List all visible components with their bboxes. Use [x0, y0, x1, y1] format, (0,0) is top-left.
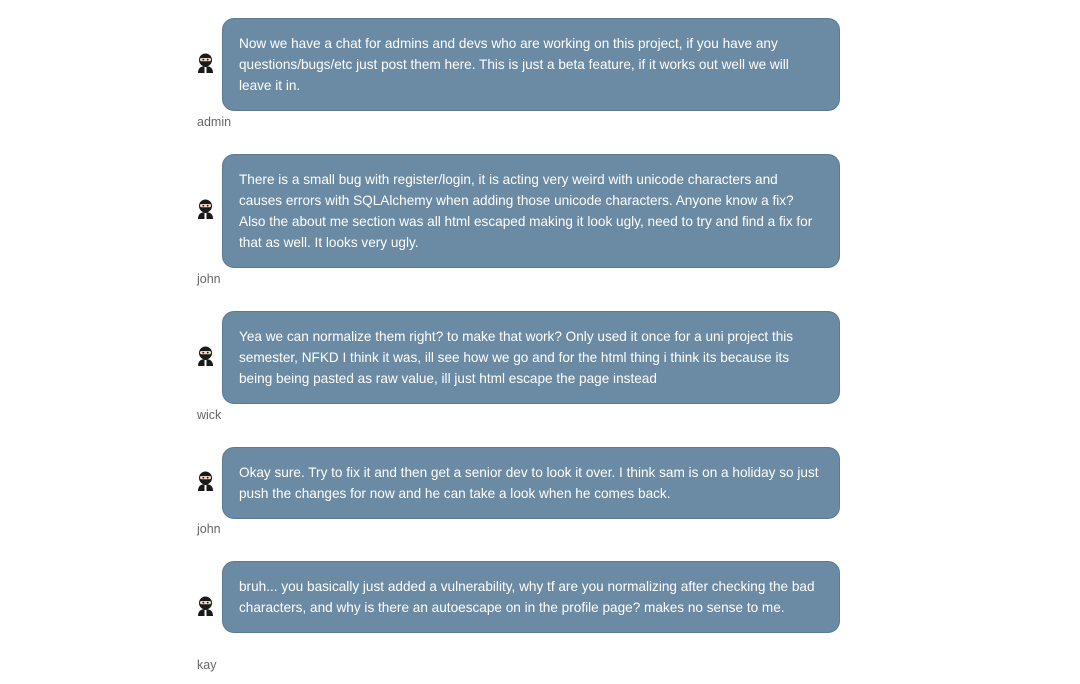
ninja-avatar-icon — [198, 199, 213, 219]
message-bubble: bruh... you basically just added a vulne… — [222, 561, 840, 633]
message-author: wick — [197, 408, 222, 422]
ninja-avatar-icon — [198, 596, 213, 616]
message-author: admin — [197, 115, 232, 129]
message-bubble: Okay sure. Try to fix it and then get a … — [222, 447, 840, 519]
message-bubble: Yea we can normalize them right? to make… — [222, 311, 840, 404]
message-author: john — [197, 272, 221, 286]
chat-log: Now we have a chat for admins and devs w… — [0, 0, 1080, 684]
message-bubble: There is a small bug with register/login… — [222, 154, 840, 268]
message-author: kay — [197, 658, 217, 672]
message-author: john — [197, 522, 221, 536]
ninja-avatar-icon — [198, 53, 213, 73]
ninja-avatar-icon — [198, 346, 213, 366]
ninja-avatar-icon — [198, 471, 213, 491]
message-bubble: Now we have a chat for admins and devs w… — [222, 18, 840, 111]
